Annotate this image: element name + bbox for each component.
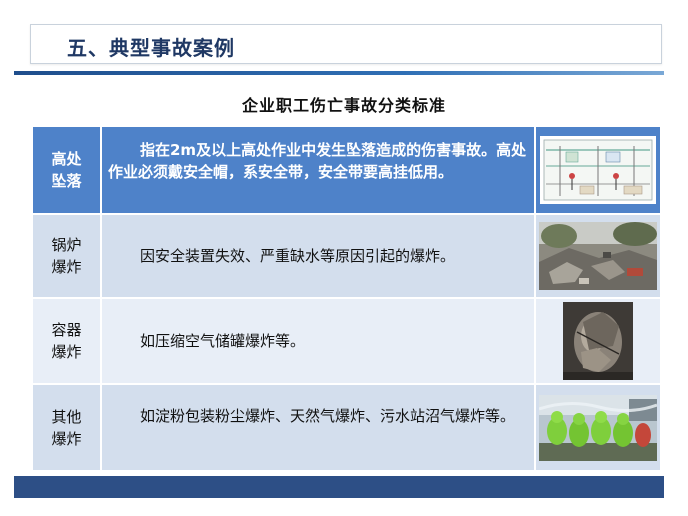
table-title: 企业职工伤亡事故分类标准 (241, 96, 446, 115)
table-row: 锅炉爆炸 因安全装置失效、严重缺水等原因引起的爆炸。 (33, 215, 660, 297)
row-label: 锅炉爆炸 (51, 236, 82, 276)
row-desc-cell: 如淀粉包装粉尘爆炸、天然气爆炸、污水站沼气爆炸等。 (102, 385, 534, 470)
row-label: 高处坠落 (51, 150, 82, 190)
row-description: 指在2m及以上高处作业中发生坠落造成的伤害事故。高处作业必须戴安全帽，系安全带，… (108, 141, 527, 181)
row-label-cell: 锅炉爆炸 (33, 215, 100, 297)
ruptured-tank-image (563, 302, 633, 380)
table-row: 高处坠落 指在2m及以上高处作业中发生坠落造成的伤害事故。高处作业必须戴安全帽，… (33, 127, 660, 213)
title-box: 五、典型事故案例 (30, 24, 662, 64)
row-description: 因安全装置失效、严重缺水等原因引起的爆炸。 (140, 247, 456, 265)
row-description: 如淀粉包装粉尘爆炸、天然气爆炸、污水站沼气爆炸等。 (140, 407, 516, 425)
table-row: 容器爆炸 如压缩空气储罐爆炸等。 (33, 299, 660, 383)
row-desc-cell: 因安全装置失效、严重缺水等原因引起的爆炸。 (102, 215, 534, 297)
accident-table: 高处坠落 指在2m及以上高处作业中发生坠落造成的伤害事故。高处作业必须戴安全帽，… (33, 127, 660, 470)
row-image-cell (536, 299, 660, 383)
row-label: 其他爆炸 (51, 407, 82, 448)
row-label-cell: 容器爆炸 (33, 299, 100, 383)
row-image-cell (536, 385, 660, 470)
row-label-cell: 其他爆炸 (33, 385, 100, 470)
scaffold-diagram-image (540, 136, 656, 204)
row-label-cell: 高处坠落 (33, 127, 100, 213)
row-label: 容器爆炸 (51, 321, 82, 361)
row-description: 如压缩空气储罐爆炸等。 (140, 332, 306, 350)
row-desc-cell: 如压缩空气储罐爆炸等。 (102, 299, 534, 383)
top-accent-bar (14, 71, 664, 75)
table-row: 其他爆炸 如淀粉包装粉尘爆炸、天然气爆炸、污水站沼气爆炸等。 (33, 385, 660, 470)
bottom-accent-bar (14, 476, 664, 498)
explosion-debris-image (539, 222, 657, 290)
row-image-cell (536, 215, 660, 297)
row-image-cell (536, 127, 660, 213)
page-title: 五、典型事故案例 (67, 36, 235, 60)
row-desc-cell: 指在2m及以上高处作业中发生坠落造成的伤害事故。高处作业必须戴安全帽，系安全带，… (102, 127, 534, 213)
hazmat-responders-image (539, 394, 657, 461)
